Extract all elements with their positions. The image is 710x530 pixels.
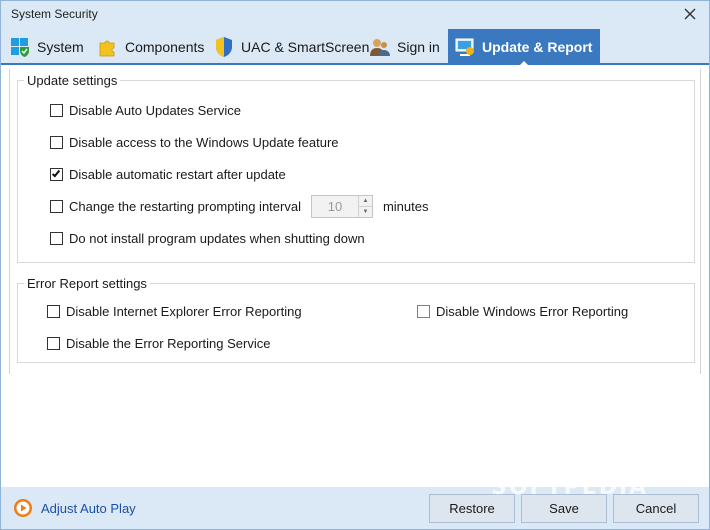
checkbox-disable-ie-error-reporting[interactable]: [47, 305, 60, 318]
tab-bar: System Components UAC & SmartScreen Sign…: [1, 27, 709, 67]
windows-shield-icon: [11, 38, 29, 57]
tab-label: System: [37, 39, 84, 55]
autoplay-label: Adjust Auto Play: [41, 500, 136, 516]
option-label: Disable the Error Reporting Service: [66, 336, 271, 351]
close-icon: [684, 8, 696, 20]
option-label: Disable Auto Updates Service: [69, 103, 241, 118]
checkbox-no-updates-on-shutdown[interactable]: [50, 232, 63, 245]
option-change-restart-interval[interactable]: Change the restarting prompting interval…: [50, 195, 429, 218]
tab-components[interactable]: Components: [97, 29, 204, 65]
users-key-icon: [370, 39, 390, 56]
option-disable-windows-error-reporting[interactable]: Disable Windows Error Reporting: [417, 304, 628, 319]
option-no-updates-on-shutdown[interactable]: Do not install program updates when shut…: [50, 231, 365, 246]
checkbox-disable-auto-updates[interactable]: [50, 104, 63, 117]
adjust-auto-play-link[interactable]: Adjust Auto Play: [13, 498, 136, 518]
update-report-icon: [455, 38, 474, 56]
softpedia-watermark: SOFTPEDIA: [491, 475, 649, 500]
tab-label: Update & Report: [482, 39, 593, 55]
window-title: System Security: [11, 7, 98, 21]
option-disable-error-reporting-service[interactable]: Disable the Error Reporting Service: [47, 336, 270, 351]
interval-input[interactable]: [311, 196, 358, 217]
interval-unit-label: minutes: [382, 199, 429, 214]
title-bar: System Security: [1, 1, 709, 27]
option-label: Change the restarting prompting interval: [69, 199, 301, 214]
option-disable-ie-error-reporting[interactable]: Disable Internet Explorer Error Reportin…: [47, 304, 302, 319]
option-label: Disable Windows Error Reporting: [436, 304, 629, 319]
option-disable-auto-restart[interactable]: Disable automatic restart after update: [50, 167, 286, 182]
interval-stepper[interactable]: ▲ ▼: [310, 195, 373, 218]
uac-shield-icon: [216, 37, 232, 57]
autoplay-icon: [14, 499, 32, 517]
app-window: System Security System Components UAC & …: [0, 0, 710, 530]
checkbox-disable-auto-restart[interactable]: [50, 168, 63, 181]
stepper-down-icon[interactable]: ▼: [358, 206, 372, 217]
tab-label: Sign in: [397, 39, 440, 55]
option-label: Do not install program updates when shut…: [69, 231, 365, 246]
tab-label: UAC & SmartScreen: [241, 39, 370, 55]
update-settings-legend: Update settings: [27, 73, 118, 88]
stepper-up-icon[interactable]: ▲: [359, 196, 372, 206]
tab-system[interactable]: System: [9, 29, 84, 65]
tab-sign-in[interactable]: Sign in: [369, 29, 440, 65]
option-label: Disable Internet Explorer Error Reportin…: [66, 304, 302, 319]
option-label: Disable access to the Windows Update fea…: [69, 135, 339, 150]
puzzle-icon: [99, 40, 115, 57]
stepper-arrows: ▲ ▼: [357, 196, 372, 217]
checkbox-disable-error-reporting-service[interactable]: [47, 337, 60, 350]
tab-content: Update settings Disable Auto Updates Ser…: [1, 67, 709, 487]
option-label: Disable automatic restart after update: [69, 167, 286, 182]
checkbox-disable-windows-update-access[interactable]: [50, 136, 63, 149]
checkbox-disable-windows-error-reporting[interactable]: [417, 305, 430, 318]
tab-label: Components: [125, 39, 205, 55]
error-report-settings-legend: Error Report settings: [27, 276, 147, 291]
tab-update-report[interactable]: Update & Report: [448, 29, 601, 67]
option-disable-auto-updates[interactable]: Disable Auto Updates Service: [50, 103, 241, 118]
checkbox-change-restart-interval[interactable]: [50, 200, 63, 213]
tab-uac-smartscreen[interactable]: UAC & SmartScreen: [213, 29, 369, 65]
check-mark-icon: [51, 168, 61, 178]
option-disable-windows-update-access[interactable]: Disable access to the Windows Update fea…: [50, 135, 339, 150]
close-button[interactable]: [679, 3, 701, 25]
